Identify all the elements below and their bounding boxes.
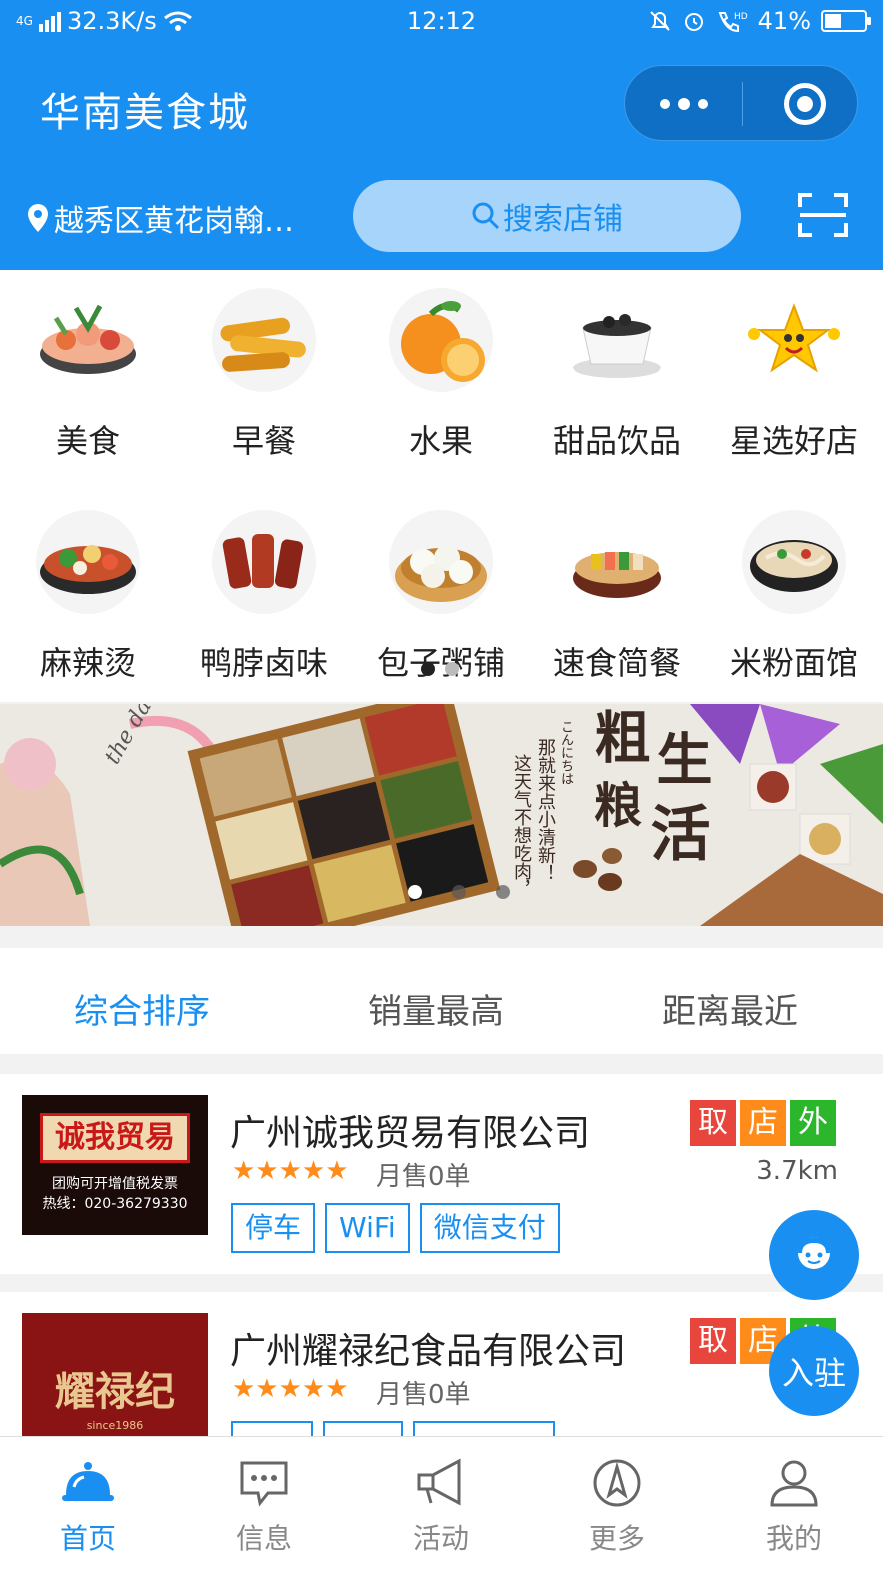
banner-title-char-4: 活: [640, 802, 710, 862]
shop-name: 广州耀禄纪食品有限公司: [230, 1331, 627, 1372]
category-yabo[interactable]: 鸭脖卤味: [176, 510, 352, 684]
mute-bell-icon: [649, 11, 670, 31]
compass-icon: [593, 1459, 641, 1507]
pager-dot: [421, 662, 435, 676]
star-thumbs-icon: [742, 288, 846, 392]
shop-tag: WiFi: [325, 1203, 410, 1253]
shop-tag: [231, 1421, 313, 1436]
dish-cover-icon: [62, 1462, 114, 1501]
promo-banner[interactable]: the date こんにちは 那就来点小清新！ 这天气不想吃肉， 粗 粮 生 活: [0, 704, 883, 926]
shop-tags: [231, 1421, 555, 1436]
banner-title-char-3: 生: [647, 730, 713, 786]
banner-pager: [408, 885, 510, 899]
fried-dough-icon: [212, 288, 316, 392]
category-zaocan[interactable]: 早餐: [176, 288, 352, 462]
pager-dot: [445, 662, 459, 676]
location-selector[interactable]: 越秀区黄花岗翰…: [26, 196, 294, 240]
sashimi-platter-icon: [36, 288, 140, 392]
search-placeholder: 搜索店铺: [503, 202, 623, 237]
shop-logo: 诚我贸易 团购可开增值税发票 热线：020-36279330: [22, 1095, 208, 1235]
mini-program-capsule: [624, 65, 858, 141]
category-malatang[interactable]: 麻辣烫: [0, 510, 176, 684]
braised-duck-neck-icon: [212, 510, 316, 614]
more-menu-button[interactable]: [625, 66, 742, 142]
megaphone-icon: [417, 1458, 461, 1506]
search-box[interactable]: 搜索店铺: [353, 180, 741, 252]
shop-tag: 微信支付: [419, 1203, 560, 1253]
scan-icon[interactable]: [798, 193, 848, 237]
sort-tab-composite[interactable]: 综合排序: [74, 984, 210, 1033]
pickup-badge: 取: [690, 1318, 736, 1364]
shop-card[interactable]: 耀禄纪 since1986 广州耀禄纪食品有限公司 ★★★★★ 月售0单 取 店…: [0, 1292, 883, 1436]
pickup-badge: 取: [690, 1100, 736, 1146]
shop-name: 广州诚我贸易有限公司: [230, 1113, 591, 1154]
orange-icon: [389, 288, 493, 392]
category-mifen[interactable]: 米粉面馆: [706, 510, 882, 684]
svg-text:HD: HD: [734, 12, 748, 22]
monthly-sales: 月售0单: [376, 1380, 471, 1410]
banner-dot[interactable]: [452, 885, 466, 899]
category-meishi[interactable]: 美食: [0, 288, 176, 462]
user-icon: [770, 1460, 818, 1507]
battery-percent: 41%: [757, 7, 811, 35]
location-pin-icon: [28, 204, 48, 232]
status-bar: 4G 32.3K/s 12:12 HD 41%: [0, 0, 883, 44]
shop-distance: 3.7km: [756, 1156, 838, 1186]
shop-tag: 停车: [231, 1203, 316, 1253]
dine-in-badge: 店: [740, 1100, 786, 1146]
banner-dot[interactable]: [496, 885, 510, 899]
fast-food-pot-icon: [565, 510, 669, 614]
category-shuiguo[interactable]: 水果: [353, 288, 529, 462]
close-target-icon[interactable]: [784, 83, 826, 125]
tab-activities[interactable]: 活动: [353, 1437, 529, 1570]
sort-tabs: 综合排序 销量最高 距离最近: [0, 948, 883, 1054]
monthly-sales: 月售0单: [376, 1162, 471, 1192]
hd-call-icon: HD: [718, 12, 748, 33]
tab-profile[interactable]: 我的: [706, 1437, 882, 1570]
location-text: 越秀区黄花岗翰…: [54, 204, 294, 239]
customer-service-button[interactable]: [769, 1210, 859, 1300]
bottom-tab-bar: 首页 信息 活动 更多 我的: [0, 1436, 883, 1570]
join-label: 入驻: [781, 1354, 846, 1392]
tab-more[interactable]: 更多: [529, 1437, 705, 1570]
clock: 12:12: [406, 7, 477, 35]
app-header: 4G 32.3K/s 12:12 HD 41% 华南美食城 越秀区黄花岗翰… 搜…: [0, 0, 883, 270]
category-pager: [421, 662, 459, 676]
shop-tag: [413, 1421, 555, 1436]
customer-service-icon: [798, 1237, 830, 1269]
steamed-buns-icon: [389, 510, 493, 614]
shop-tag: [323, 1421, 403, 1436]
app-title: 华南美食城: [40, 90, 250, 136]
rating-stars: ★★★★★: [232, 1374, 349, 1404]
tab-home[interactable]: 首页: [0, 1437, 176, 1570]
battery-icon: [821, 10, 871, 32]
banner-text-small-3: 这天气不想吃肉，: [511, 754, 532, 898]
category-baozi[interactable]: 包子粥铺: [353, 510, 529, 684]
rating-stars: ★★★★★: [232, 1156, 349, 1186]
shop-logo: 耀禄纪 since1986: [22, 1313, 208, 1436]
join-button[interactable]: 入驻: [769, 1326, 859, 1416]
category-xingxuan[interactable]: 星选好店: [706, 288, 882, 462]
banner-dot[interactable]: [408, 885, 422, 899]
shop-card[interactable]: 诚我贸易 团购可开增值税发票 热线：020-36279330 广州诚我贸易有限公…: [0, 1074, 883, 1274]
banner-text-small-2: 那就来点小清新！: [535, 738, 556, 882]
chat-bubble-icon: [240, 1461, 288, 1507]
delivery-badge: 外: [790, 1100, 836, 1146]
tab-messages[interactable]: 信息: [176, 1437, 352, 1570]
shop-tags: 停车 WiFi 微信支付: [231, 1203, 560, 1253]
category-grid: 美食 早餐 水果 甜品饮品 星选好店 麻辣烫 鸭脖卤味 包子粥铺 速食简餐 米粉…: [0, 270, 883, 702]
banner-text-small-1: こんにちは: [558, 720, 573, 785]
service-badges: 取 店 外: [690, 1100, 836, 1146]
category-sushi[interactable]: 速食简餐: [529, 510, 705, 684]
noodle-bowl-icon: [742, 510, 846, 614]
sort-tab-sales[interactable]: 销量最高: [368, 984, 504, 1033]
dessert-cup-icon: [565, 288, 669, 392]
search-icon: [472, 202, 500, 230]
spicy-hotpot-icon: [36, 510, 140, 614]
alarm-icon: [684, 13, 703, 31]
category-tianpin[interactable]: 甜品饮品: [529, 288, 705, 462]
sort-tab-distance[interactable]: 距离最近: [662, 984, 798, 1033]
